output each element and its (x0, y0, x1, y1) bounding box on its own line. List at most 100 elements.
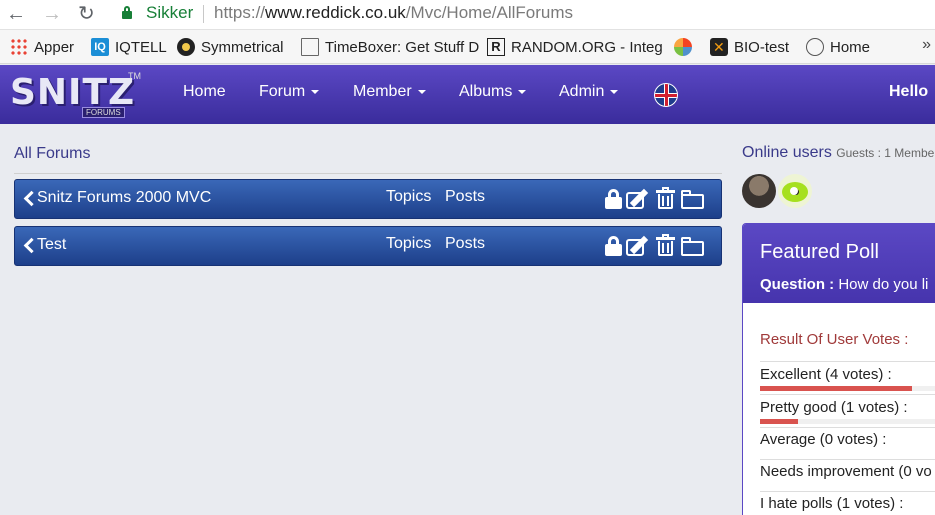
poll-divider (760, 491, 935, 492)
address-separator (203, 5, 204, 23)
edit-icon[interactable] (626, 235, 650, 256)
poll-divider (760, 459, 935, 460)
nav-admin[interactable]: Admin (559, 83, 619, 101)
apps-grid-icon (10, 38, 28, 56)
edit-icon[interactable] (626, 188, 650, 209)
online-users-heading: Online users Guests : 1 Member (742, 144, 935, 162)
forum-title[interactable]: Snitz Forums 2000 MVC (37, 189, 211, 207)
posts-header: Posts (445, 188, 486, 205)
lock-icon[interactable] (605, 189, 623, 209)
reload-icon[interactable]: ↻ (78, 3, 95, 25)
random-org-icon: R (487, 38, 505, 56)
bookmark-label: Apper (34, 38, 75, 56)
trash-icon[interactable] (656, 187, 676, 209)
caret-down-icon (610, 89, 619, 94)
symmetrical-icon (177, 38, 195, 56)
bookmark-symmetrical[interactable]: Symmetrical (177, 38, 284, 56)
posts-header: Posts (445, 235, 486, 252)
online-users-count: Guests : 1 Member (836, 146, 935, 160)
poll-option: Average (0 votes) : (760, 431, 887, 448)
poll-option: Pretty good (1 votes) : (760, 399, 908, 416)
caret-down-icon (311, 89, 320, 94)
bookmark-timeboxer[interactable]: TimeBoxer: Get Stuff D (301, 38, 479, 56)
url-field[interactable]: https://www.reddick.co.uk/Mvc/Home/AllFo… (214, 3, 573, 23)
bookmark-label: Home (830, 38, 871, 56)
bio-test-icon (710, 38, 728, 56)
bookmark-apper[interactable]: Apper (10, 38, 74, 56)
forum-row[interactable]: Test Topics Posts (14, 226, 722, 266)
secure-lock-icon[interactable] (122, 6, 132, 19)
avatar[interactable] (742, 174, 776, 208)
topics-header: Topics (386, 235, 432, 252)
nav-albums-label: Albums (459, 83, 513, 100)
poll-result-label: Result Of User Votes : (760, 331, 909, 348)
nav-member[interactable]: Member (353, 83, 426, 101)
lock-icon[interactable] (605, 236, 623, 256)
trash-icon[interactable] (656, 234, 676, 256)
joomla-icon (674, 38, 692, 56)
nav-admin-label: Admin (559, 83, 605, 100)
bookmark-label: RANDOM.ORG - Integ (511, 38, 663, 56)
poll-option: Excellent (4 votes) : (760, 366, 892, 383)
bookmark-home[interactable]: Home (806, 38, 870, 56)
featured-poll: Featured Poll Question : How do you li R… (742, 223, 935, 515)
url-host: www.reddick.co.uk (265, 3, 406, 22)
url-prefix: https:// (214, 3, 266, 22)
vote-bar-fill (760, 419, 798, 424)
breadcrumb[interactable]: All Forums (14, 145, 90, 163)
caret-down-icon (417, 89, 426, 94)
bookmark-bio-test[interactable]: BIO-test (710, 38, 789, 56)
bookmark-random-org[interactable]: R RANDOM.ORG - Integ (487, 38, 663, 56)
bookmark-joomla[interactable] (674, 38, 698, 56)
folder-icon[interactable] (681, 189, 705, 209)
poll-title: Featured Poll (760, 241, 879, 263)
folder-icon[interactable] (681, 236, 705, 256)
bookmark-label: IQTELL (115, 38, 167, 56)
back-arrow-icon[interactable]: ← (6, 3, 26, 25)
uk-flag-icon[interactable] (654, 83, 678, 107)
bookmark-label: TimeBoxer: Get Stuff D (325, 38, 480, 56)
forum-title[interactable]: Test (37, 236, 66, 254)
nav-member-label: Member (353, 83, 412, 100)
poll-option: Needs improvement (0 vo (760, 463, 932, 480)
breadcrumb-divider (14, 173, 722, 174)
document-icon (301, 38, 319, 56)
iqtell-icon: IQ (91, 38, 109, 56)
logo-subtitle: FORUMS (82, 107, 125, 118)
bookmarks-bar: Apper IQ IQTELL Symmetrical TimeBoxer: Ge… (0, 30, 935, 64)
forum-row[interactable]: Snitz Forums 2000 MVC Topics Posts (14, 179, 722, 219)
hello-user[interactable]: Hello (889, 83, 928, 101)
browser-address-bar: ← → ↻ Sikker https://www.reddick.co.uk/M… (0, 0, 935, 30)
bookmarks-more-icon[interactable]: » (922, 36, 931, 54)
chevron-left-icon[interactable] (23, 237, 33, 253)
nav-albums[interactable]: Albums (459, 83, 527, 101)
bookmark-label: BIO-test (734, 38, 790, 56)
vote-bar (760, 386, 935, 391)
poll-divider (760, 394, 935, 395)
avatar[interactable] (778, 174, 812, 208)
chevron-left-icon[interactable] (23, 190, 33, 206)
caret-down-icon (518, 89, 527, 94)
poll-divider (760, 361, 935, 362)
secure-label[interactable]: Sikker (146, 3, 193, 23)
nav-home[interactable]: Home (183, 83, 226, 101)
poll-question-label: Question : (760, 276, 835, 293)
url-path: /Mvc/Home/AllForums (405, 3, 573, 22)
snitz-logo[interactable]: SNITZ TM FORUMS (10, 71, 141, 119)
logo-trademark: TM (128, 71, 141, 81)
bookmark-iqtell[interactable]: IQ IQTELL (91, 38, 167, 56)
poll-header: Featured Poll Question : How do you li (743, 224, 935, 303)
poll-question-text: How do you li (838, 276, 929, 293)
nav-forum[interactable]: Forum (259, 83, 320, 101)
vote-bar-fill (760, 386, 912, 391)
poll-divider (760, 427, 935, 428)
poll-question: Question : How do you li (760, 276, 928, 293)
bookmark-label: Symmetrical (201, 38, 284, 56)
vote-bar (760, 419, 935, 424)
home-icon (806, 38, 824, 56)
poll-option: I hate polls (1 votes) : (760, 495, 904, 512)
topics-header: Topics (386, 188, 432, 205)
forward-arrow-icon[interactable]: → (42, 3, 62, 25)
nav-forum-label: Forum (259, 83, 306, 100)
online-users-title: Online users (742, 144, 832, 161)
